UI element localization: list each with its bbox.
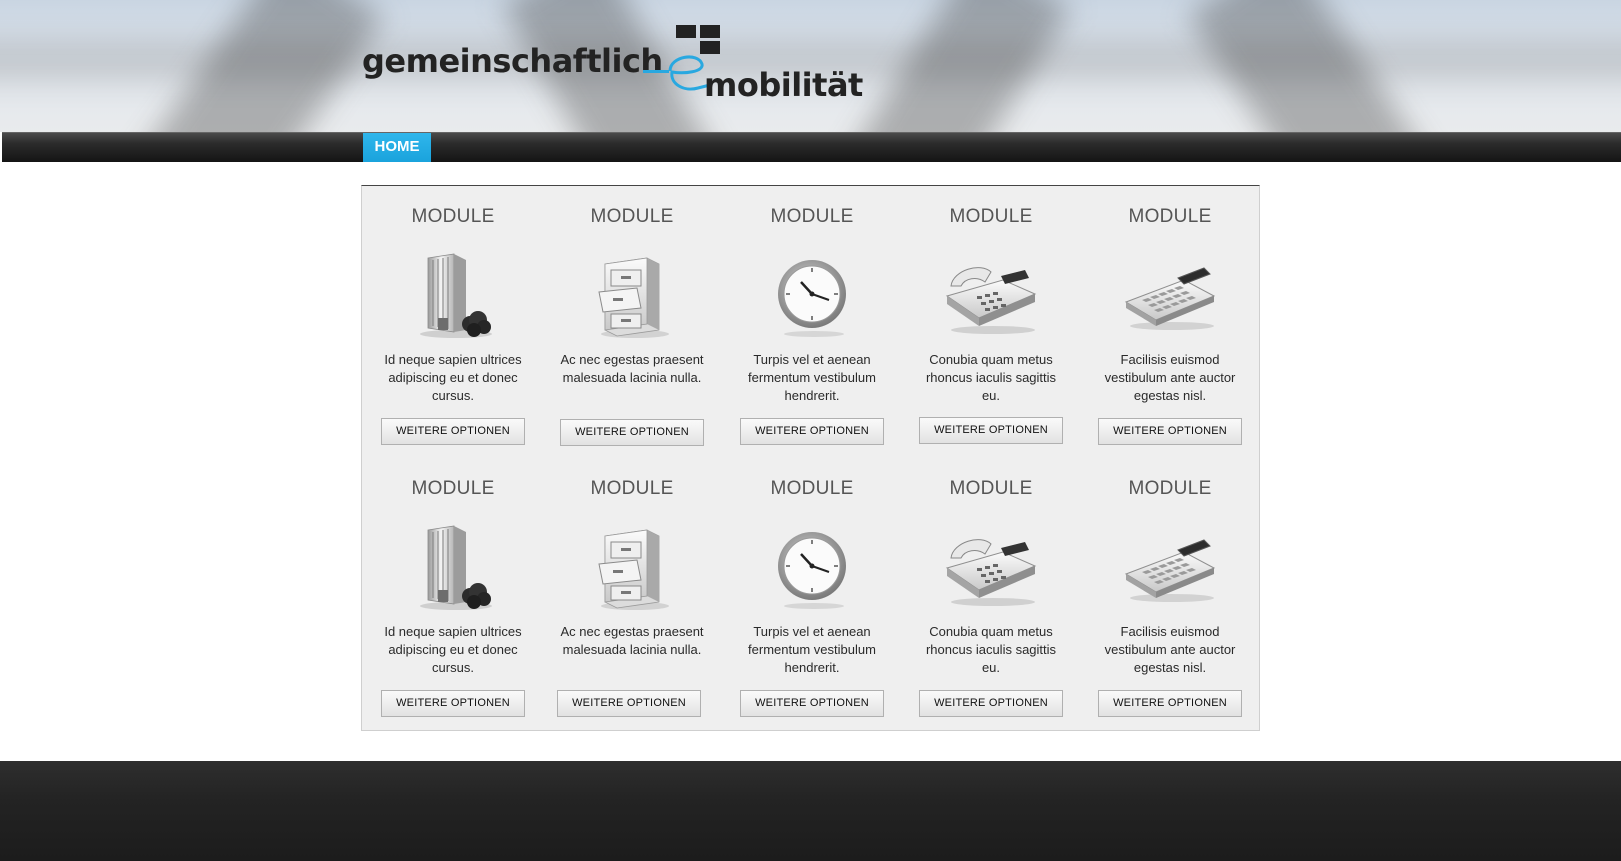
module-card: MODULE Facilisis euismod vestibulum ante… xyxy=(1081,186,1259,456)
site-footer xyxy=(0,761,1621,861)
module-description: Id neque sapien ultrices adipiscing eu e… xyxy=(384,624,522,675)
more-options-button[interactable]: WEITERE OPTIONEN xyxy=(557,690,701,717)
file-cabinet-icon xyxy=(587,522,677,612)
logo-text-secondary: mobilität xyxy=(704,66,863,104)
module-title: MODULE xyxy=(1128,478,1212,499)
calculator-icon xyxy=(1120,250,1220,340)
nav-item-home[interactable]: HOME xyxy=(363,133,431,162)
more-options-button[interactable]: WEITERE OPTIONEN xyxy=(381,418,525,445)
module-card: MODULE Id neque sapien ultrices adipisci… xyxy=(364,186,542,456)
more-options-button[interactable]: WEITERE OPTIONEN xyxy=(740,418,884,445)
module-description: Id neque sapien ultrices adipiscing eu e… xyxy=(384,352,522,403)
module-title: MODULE xyxy=(411,206,495,227)
module-description: Conubia quam metus rhoncus iaculis sagit… xyxy=(925,624,1057,675)
module-card: MODULE Turpis vel et aenean fermentum ve… xyxy=(723,186,901,456)
more-options-button[interactable]: WEITERE OPTIONEN xyxy=(560,419,704,446)
logo-text-primary: gemeinschaftlich xyxy=(362,42,663,80)
module-description: Turpis vel et aenean fermentum vestibulu… xyxy=(748,624,876,675)
module-card: MODULE Conubia quam metus rhoncus iaculi… xyxy=(902,458,1080,728)
more-options-button[interactable]: WEITERE OPTIONEN xyxy=(1098,690,1242,717)
office-building-icon xyxy=(408,250,498,340)
module-description: Conubia quam metus rhoncus iaculis sagit… xyxy=(925,352,1057,403)
module-title: MODULE xyxy=(770,478,854,499)
main-navigation: HOME xyxy=(2,132,1621,162)
module-title: MODULE xyxy=(590,478,674,499)
module-card: MODULE Ac nec egestas praesent malesuada… xyxy=(543,186,721,456)
module-card: MODULE Turpis vel et aenean fermentum ve… xyxy=(723,458,901,728)
more-options-button[interactable]: WEITERE OPTIONEN xyxy=(919,417,1063,444)
telephone-icon xyxy=(941,522,1041,612)
calculator-icon xyxy=(1120,522,1220,612)
clock-icon xyxy=(767,522,857,612)
module-title: MODULE xyxy=(1128,206,1212,227)
more-options-button[interactable]: WEITERE OPTIONEN xyxy=(1098,418,1242,445)
module-title: MODULE xyxy=(949,206,1033,227)
modules-panel: MODULE Id neque sapien ultrices adipisci… xyxy=(361,185,1260,731)
module-card: MODULE Ac nec egestas praesent malesuada… xyxy=(543,458,721,728)
module-description: Turpis vel et aenean fermentum vestibulu… xyxy=(748,352,876,403)
module-title: MODULE xyxy=(590,206,674,227)
module-card: MODULE Facilisis euismod vestibulum ante… xyxy=(1081,458,1259,728)
module-description: Facilisis euismod vestibulum ante auctor… xyxy=(1104,352,1236,403)
file-cabinet-icon xyxy=(587,250,677,340)
site-header: gemeinschaftlich mobilität xyxy=(0,0,1621,132)
clock-icon xyxy=(767,250,857,340)
module-description: Facilisis euismod vestibulum ante auctor… xyxy=(1104,624,1236,675)
module-title: MODULE xyxy=(949,478,1033,499)
module-card: MODULE Conubia quam metus rhoncus iaculi… xyxy=(902,186,1080,456)
module-title: MODULE xyxy=(411,478,495,499)
telephone-icon xyxy=(941,250,1041,340)
more-options-button[interactable]: WEITERE OPTIONEN xyxy=(740,690,884,717)
site-logo[interactable]: gemeinschaftlich mobilität xyxy=(362,22,863,104)
module-card: MODULE Id neque sapien ultrices adipisci… xyxy=(364,458,542,728)
module-description: Ac nec egestas praesent malesuada lacini… xyxy=(560,624,704,657)
more-options-button[interactable]: WEITERE OPTIONEN xyxy=(919,690,1063,717)
module-description: Ac nec egestas praesent malesuada lacini… xyxy=(560,352,704,385)
module-title: MODULE xyxy=(770,206,854,227)
office-building-icon xyxy=(408,522,498,612)
more-options-button[interactable]: WEITERE OPTIONEN xyxy=(381,690,525,717)
